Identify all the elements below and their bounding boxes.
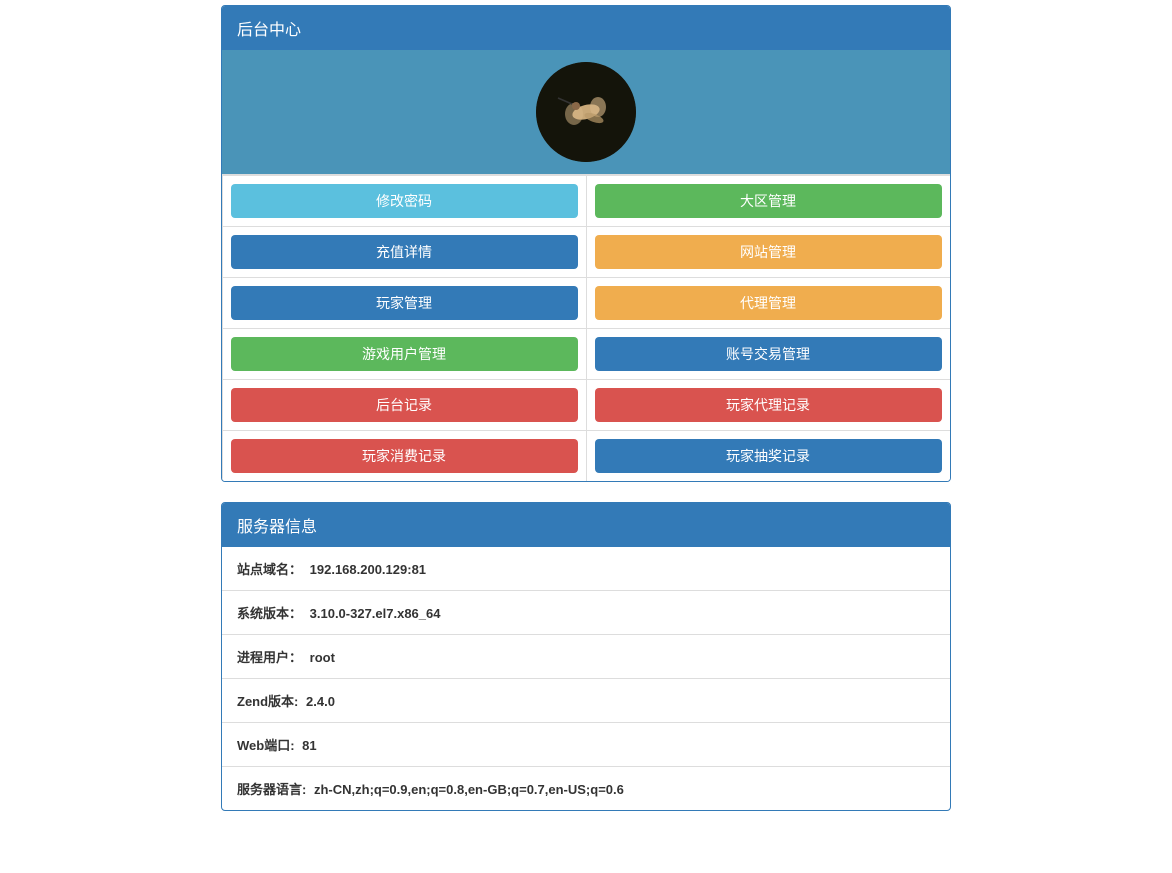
info-value: zh-CN,zh;q=0.9,en;q=0.8,en-GB;q=0.7,en-U… xyxy=(314,782,624,797)
player-consume-log-button[interactable]: 玩家消费记录 xyxy=(231,439,578,473)
info-value: 2.4.0 xyxy=(306,694,335,709)
zone-management-button[interactable]: 大区管理 xyxy=(595,184,942,218)
player-lottery-log-button[interactable]: 玩家抽奖记录 xyxy=(595,439,942,473)
server-info-list: 站点域名： 192.168.200.129:81 系统版本： 3.10.0-32… xyxy=(222,547,950,810)
panel-title: 后台中心 xyxy=(222,6,950,50)
player-agent-log-button[interactable]: 玩家代理记录 xyxy=(595,388,942,422)
change-password-button[interactable]: 修改密码 xyxy=(231,184,578,218)
info-item-zend: Zend版本: 2.4.0 xyxy=(222,679,950,723)
info-label: 进程用户： xyxy=(237,650,302,665)
info-item-domain: 站点域名： 192.168.200.129:81 xyxy=(222,547,950,591)
recharge-details-button[interactable]: 充值详情 xyxy=(231,235,578,269)
info-value: root xyxy=(310,650,335,665)
backend-log-button[interactable]: 后台记录 xyxy=(231,388,578,422)
info-item-user: 进程用户： root xyxy=(222,635,950,679)
agent-management-button[interactable]: 代理管理 xyxy=(595,286,942,320)
website-management-button[interactable]: 网站管理 xyxy=(595,235,942,269)
info-label: Zend版本: xyxy=(237,694,298,709)
server-info-panel: 服务器信息 站点域名： 192.168.200.129:81 系统版本： 3.1… xyxy=(221,502,951,811)
account-trade-management-button[interactable]: 账号交易管理 xyxy=(595,337,942,371)
admin-center-panel: 后台中心 修改密码 大区管理 充值详情 网站管理 玩家管理 代理管理 xyxy=(221,5,951,482)
info-item-lang: 服务器语言: zh-CN,zh;q=0.9,en;q=0.8,en-GB;q=0… xyxy=(222,767,950,810)
info-label: 服务器语言: xyxy=(237,782,306,797)
avatar-image xyxy=(536,62,636,162)
player-management-button[interactable]: 玩家管理 xyxy=(231,286,578,320)
info-item-port: Web端口: 81 xyxy=(222,723,950,767)
info-value: 192.168.200.129:81 xyxy=(310,562,426,577)
info-label: Web端口: xyxy=(237,738,295,753)
game-user-management-button[interactable]: 游戏用户管理 xyxy=(231,337,578,371)
info-value: 81 xyxy=(302,738,316,753)
info-item-system: 系统版本： 3.10.0-327.el7.x86_64 xyxy=(222,591,950,635)
button-grid: 修改密码 大区管理 充值详情 网站管理 玩家管理 代理管理 游戏用户管理 账号交… xyxy=(222,175,950,481)
info-label: 站点域名： xyxy=(237,562,302,577)
info-value: 3.10.0-327.el7.x86_64 xyxy=(310,606,441,621)
avatar-section xyxy=(222,50,950,175)
server-info-title: 服务器信息 xyxy=(222,503,950,547)
info-label: 系统版本： xyxy=(237,606,302,621)
